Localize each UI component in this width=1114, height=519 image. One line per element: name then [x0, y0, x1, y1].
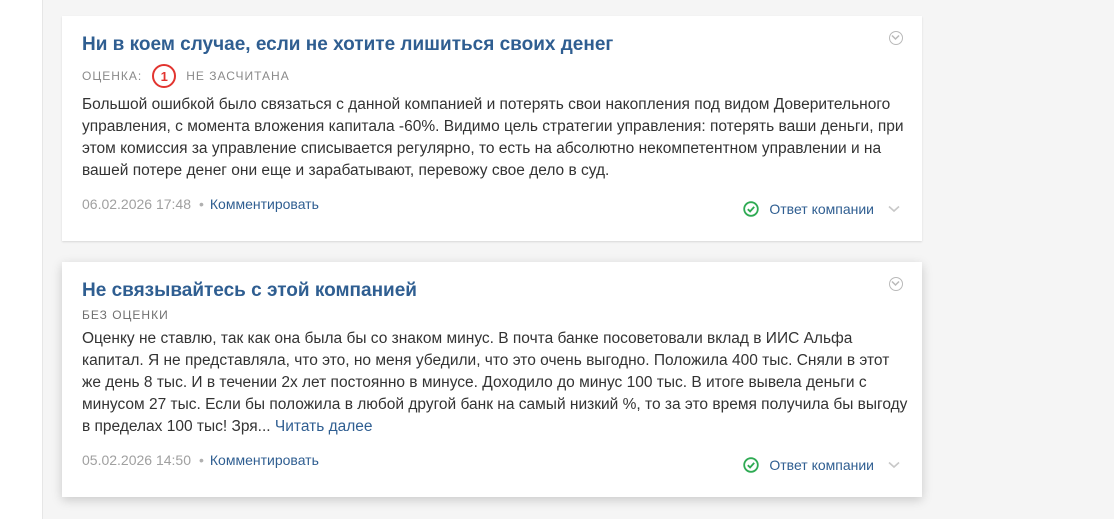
chevron-down-circle-icon[interactable]	[889, 31, 903, 45]
rating-badge: 1	[152, 64, 177, 88]
review-card: Не связывайтесь с этой компанией без оце…	[62, 262, 922, 497]
chevron-down-icon	[888, 205, 900, 213]
comment-link[interactable]: Комментировать	[210, 196, 319, 212]
review-text-content: Оценку не ставлю, так как она была бы со…	[82, 330, 908, 435]
review-date: 06.02.2026 17:48	[82, 196, 191, 212]
company-answer-label: Ответ компании	[769, 457, 874, 473]
review-text: Оценку не ставлю, так как она была бы со…	[82, 328, 912, 438]
review-meta: 06.02.2026 17:48 • Комментировать	[82, 196, 319, 212]
review-date: 05.02.2026 14:50	[82, 452, 191, 468]
review-title[interactable]: Не связывайтесь с этой компанией	[82, 279, 417, 303]
separator-dot: •	[199, 452, 204, 468]
review-title[interactable]: Ни в коем случае, если не хотите лишитьс…	[82, 33, 613, 57]
review-text: Большой ошибкой было связаться с данной …	[82, 96, 904, 179]
review-card: Ни в коем случае, если не хотите лишитьс…	[62, 16, 922, 241]
company-answer-label: Ответ компании	[769, 201, 874, 217]
rating-status: не засчитана	[186, 69, 290, 83]
rating-label: Оценка:	[82, 69, 143, 83]
check-circle-icon	[743, 457, 760, 473]
company-answer-toggle[interactable]: Ответ компании	[743, 201, 900, 217]
read-more-link[interactable]: Читать далее	[275, 418, 373, 435]
company-answer-toggle[interactable]: Ответ компании	[743, 457, 900, 473]
comment-link[interactable]: Комментировать	[210, 452, 319, 468]
separator-dot: •	[199, 196, 204, 212]
no-rating-label: без оценки	[82, 308, 169, 322]
check-circle-icon	[743, 201, 760, 217]
rating-row: Оценка: 1 не засчитана	[82, 64, 290, 88]
chevron-down-circle-icon[interactable]	[889, 277, 903, 291]
left-panel	[0, 0, 43, 519]
review-meta: 05.02.2026 14:50 • Комментировать	[82, 452, 319, 468]
chevron-down-icon	[888, 461, 900, 469]
